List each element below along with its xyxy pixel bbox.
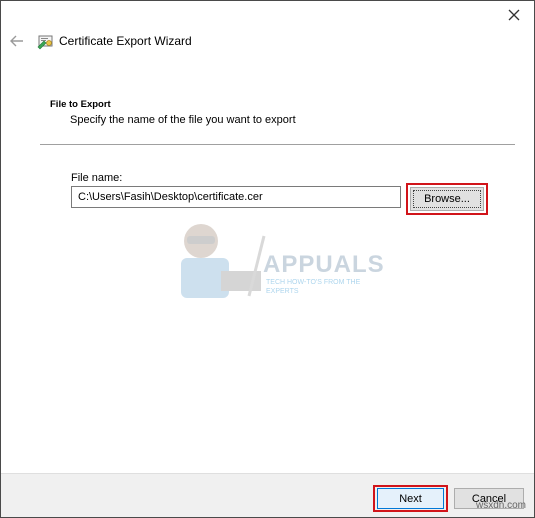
focus-rectangle [413,190,481,208]
window-title: Certificate Export Wizard [59,34,192,48]
watermark-tagline: TECH HOW-TO'S FROM THE EXPERTS [266,279,361,295]
watermark-brand: APPUALS [263,251,385,278]
next-button[interactable]: Next [377,488,444,509]
divider [40,144,515,145]
title-bar: Certificate Export Wizard [1,1,534,61]
file-name-label: File name: [71,172,123,184]
site-watermark: wsxdn.com [475,500,526,511]
page-subheading: Specify the name of the file you want to… [70,114,296,126]
next-button-label: Next [399,492,422,505]
back-button[interactable] [8,32,26,50]
certificate-icon [37,35,53,50]
browse-button[interactable]: Browse... [410,187,484,211]
file-name-input[interactable] [71,186,401,208]
back-arrow-icon [10,35,23,47]
close-icon [508,9,520,21]
page-heading: File to Export [50,99,111,110]
close-button[interactable] [494,1,534,29]
wizard-window: Certificate Export Wizard File to Export… [0,0,535,518]
